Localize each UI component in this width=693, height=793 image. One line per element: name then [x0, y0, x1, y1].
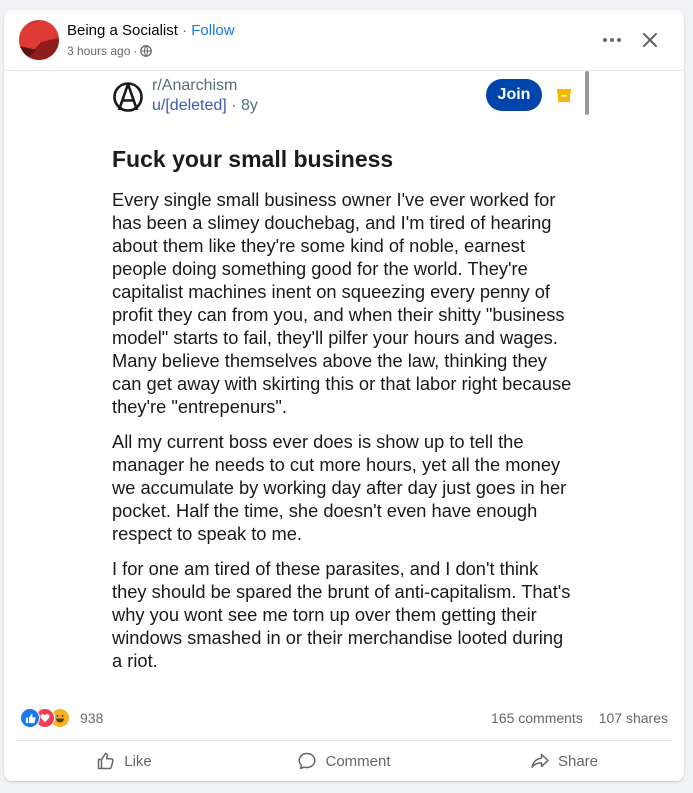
subreddit-name: r/Anarchism [152, 77, 238, 94]
anarchy-symbol-icon [113, 82, 143, 112]
reddit-post-title: Fuck your small business [112, 146, 394, 172]
reaction-count[interactable]: 938 [80, 710, 103, 726]
meta-separator: · [133, 44, 138, 58]
globe-icon [140, 45, 153, 57]
embed-scrollbar [585, 71, 589, 115]
post-actions: Like Comment Share [4, 743, 684, 779]
comment-button[interactable]: Comment [236, 743, 452, 779]
share-label: Share [557, 752, 599, 770]
body-paragraph: I for one am tired of these parasites, a… [112, 558, 571, 671]
like-reaction-icon [20, 708, 40, 728]
follow-button[interactable]: Follow [191, 22, 234, 39]
page-name[interactable]: Being a Socialist [67, 22, 178, 39]
reddit-user-row: u/[deleted] · 8y [152, 97, 258, 115]
more-options-icon [603, 38, 621, 42]
reddit-join-button: Join [486, 79, 542, 111]
engagement-stats: 165 comments 107 shares [479, 710, 668, 726]
body-paragraph: Every single small business owner I've e… [112, 189, 572, 417]
comment-icon [298, 752, 317, 770]
reddit-post-body: Every single small business owner I've e… [112, 188, 572, 684]
close-icon [643, 33, 657, 47]
like-label: Like [124, 752, 152, 770]
page-name-row: Being a Socialist · Follow [67, 22, 235, 39]
name-separator: · [182, 22, 188, 39]
shares-count[interactable]: 107 shares [599, 710, 668, 726]
embedded-reddit-screenshot[interactable]: r/Anarchism u/[deleted] · 8y Join Fuck y… [4, 71, 684, 698]
comments-count[interactable]: 165 comments [491, 710, 583, 726]
post-header: Being a Socialist · Follow 3 hours ago · [4, 10, 684, 70]
close-button[interactable] [636, 26, 664, 54]
like-button[interactable]: Like [16, 743, 232, 779]
actions-divider [16, 740, 672, 741]
reddit-username: u/[deleted] [152, 97, 227, 114]
post-card: Being a Socialist · Follow 3 hours ago · [4, 10, 684, 781]
archive-icon [557, 89, 571, 102]
post-timestamp[interactable]: 3 hours ago [67, 44, 130, 58]
post-meta: 3 hours ago · [67, 44, 153, 58]
reactions-row: 938 165 comments 107 shares [4, 706, 684, 732]
avatar-image [19, 20, 59, 60]
share-button[interactable]: Share [456, 743, 672, 779]
comment-label: Comment [325, 752, 391, 770]
post-age: 8y [240, 97, 258, 114]
share-icon [531, 753, 549, 768]
body-paragraph: All my current boss ever does is show up… [112, 431, 567, 544]
reaction-icons[interactable] [20, 708, 80, 728]
more-options-button[interactable] [598, 28, 626, 52]
age-separator: · [231, 97, 237, 114]
like-icon [97, 752, 114, 770]
page-avatar[interactable] [19, 20, 59, 60]
